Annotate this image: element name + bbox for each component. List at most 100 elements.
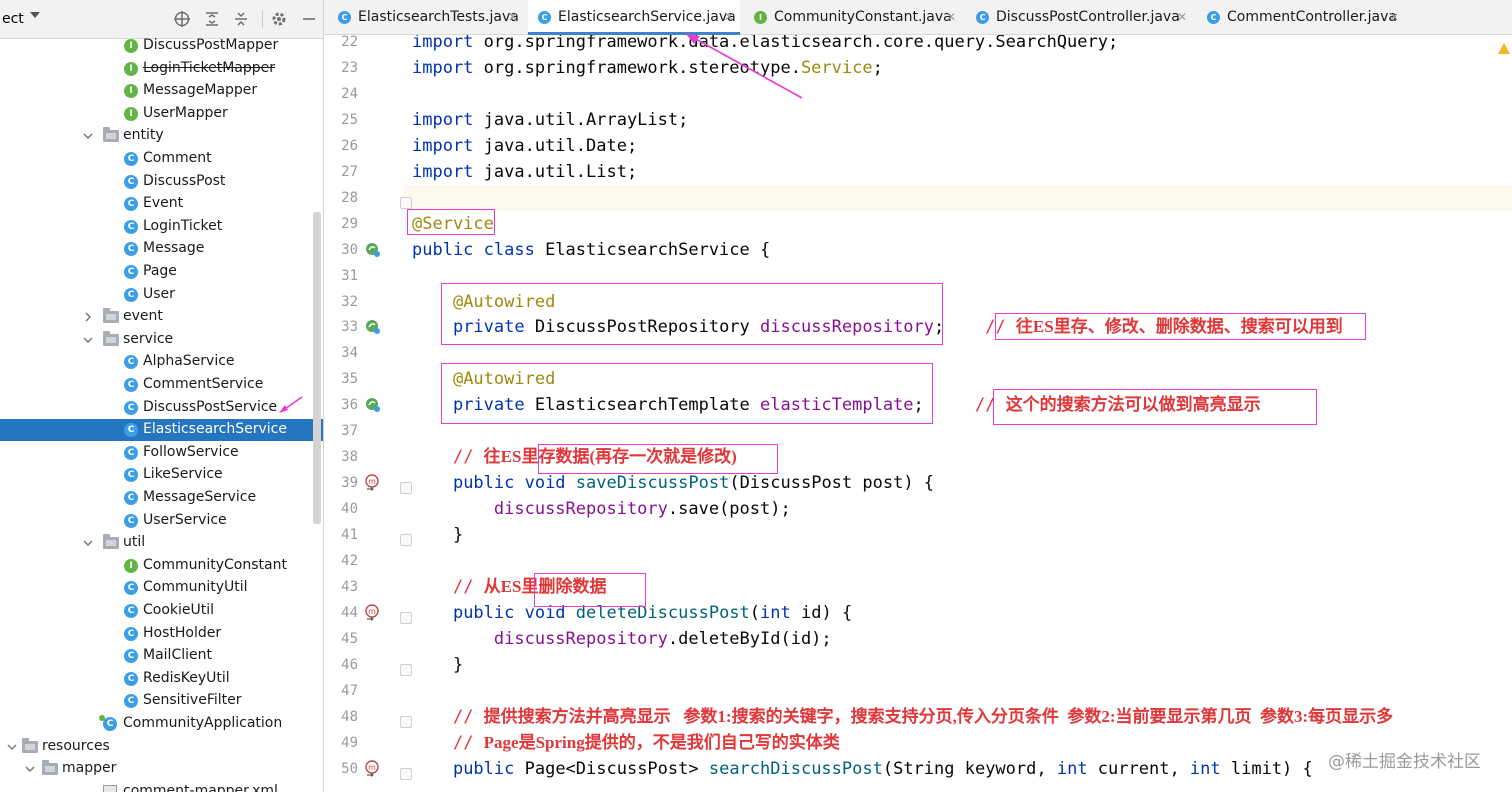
editor-tab[interactable]: C ElasticsearchTests.java ✕ (328, 0, 524, 34)
tree-item[interactable]: C DiscussPostService (0, 397, 323, 419)
code-line[interactable]: public Page<DiscussPost> searchDiscussPo… (412, 756, 1313, 782)
fold-marker-icon[interactable] (400, 196, 412, 209)
fold-marker-icon[interactable] (400, 482, 412, 495)
tree-item[interactable]: C CommunityApplication (0, 713, 323, 735)
code-line[interactable]: // Page是Spring提供的，不是我们自己写的实体类 (412, 730, 840, 756)
tree-item[interactable]: I CommunityConstant (0, 555, 323, 577)
tree-item[interactable]: C ElasticsearchService (0, 419, 323, 442)
code-editor[interactable]: 22 23 24 25 26 27 28 29 30 31 32 33 34 35 36 37 38 39 m 40 4… (324, 35, 1512, 792)
bean-gutter-icon[interactable] (364, 241, 382, 259)
fold-marker-icon[interactable] (400, 663, 412, 676)
hide-panel-icon[interactable] (300, 10, 318, 28)
code-line[interactable]: public void saveDiscussPost(DiscussPost … (412, 470, 934, 496)
bean-gutter-icon[interactable] (364, 318, 382, 336)
tree-item[interactable]: C MessageService (0, 487, 323, 509)
tree-item-label: MessageMapper (143, 82, 258, 99)
class-icon: C (124, 423, 138, 438)
method-gutter-icon[interactable]: m (364, 474, 382, 492)
close-icon[interactable]: ✕ (946, 10, 956, 24)
test-class-icon: C (338, 11, 351, 24)
editor-tab[interactable]: C DiscussPostController.java ✕ (966, 0, 1193, 34)
method-gutter-icon[interactable]: m (364, 759, 382, 778)
tree-item[interactable]: I MessageMapper (0, 80, 323, 102)
tree-item[interactable]: C LoginTicket (0, 216, 323, 238)
code-line[interactable]: // 提供搜索方法并高亮显示 参数1:搜索的关键字，搜索支持分页,传入分页条件 … (412, 704, 1393, 730)
locate-icon[interactable] (173, 10, 191, 28)
warning-icon[interactable] (1498, 43, 1510, 54)
close-icon[interactable]: ✕ (724, 10, 734, 24)
line-number: 26 (341, 137, 358, 154)
line-number: 23 (341, 59, 358, 76)
tree-item[interactable]: C AlphaService (0, 351, 323, 373)
tree-item[interactable]: C Page (0, 261, 323, 283)
tree-item[interactable]: service (0, 329, 323, 351)
chevron-down-icon[interactable] (82, 537, 94, 549)
tree-item[interactable]: C UserService (0, 510, 323, 532)
tree-item[interactable]: C DiscussPost (0, 171, 323, 193)
chevron-down-icon[interactable] (30, 12, 40, 18)
tree-item[interactable]: C CookieUtil (0, 600, 323, 622)
tree-item-label: ElasticsearchService (143, 421, 287, 438)
class-icon: C (976, 11, 989, 24)
line-number: 36 (341, 397, 358, 414)
code-line[interactable]: } (412, 652, 463, 678)
code-line[interactable]: import java.util.Date; (412, 133, 637, 159)
bean-gutter-icon[interactable] (364, 396, 382, 414)
tree-item[interactable]: I UserMapper (0, 103, 323, 125)
tree-item[interactable]: C Message (0, 238, 323, 260)
gear-icon[interactable] (270, 10, 288, 28)
tree-item[interactable]: I DiscussPostMapper (0, 35, 323, 57)
fold-marker-icon[interactable] (400, 767, 412, 780)
class-icon: C (124, 491, 138, 505)
interface-icon: I (124, 558, 138, 573)
code-token: public void (452, 473, 566, 494)
fold-marker-icon[interactable] (400, 534, 412, 547)
close-icon[interactable]: ✕ (508, 10, 518, 24)
fold-marker-icon[interactable] (400, 611, 412, 624)
close-icon[interactable]: ✕ (1389, 10, 1399, 24)
annotation-box-save-comment (538, 444, 778, 474)
code-line[interactable]: discussRepository.deleteById(id); (412, 626, 832, 652)
method-gutter-icon[interactable]: m (364, 604, 382, 622)
tree-item[interactable]: util (0, 532, 323, 554)
tree-item[interactable]: C RedisKeyUtil (0, 668, 323, 690)
tree-item[interactable]: resources (0, 736, 323, 758)
tree-item[interactable]: C SensitiveFilter (0, 690, 323, 712)
tree-item[interactable]: C User (0, 284, 323, 306)
project-scrollbar[interactable] (313, 212, 321, 524)
code-line[interactable]: import java.util.List; (412, 159, 637, 185)
code-line[interactable]: } (412, 522, 463, 548)
tree-item[interactable]: C HostHolder (0, 623, 323, 645)
tree-item[interactable]: entity (0, 125, 323, 147)
chevron-down-icon[interactable] (24, 763, 36, 775)
tree-item-label: CommunityUtil (143, 579, 248, 596)
chevron-down-icon[interactable] (6, 741, 18, 753)
tree-item[interactable]: C MailClient (0, 645, 323, 667)
tree-item[interactable]: C LikeService (0, 464, 323, 486)
close-icon[interactable]: ✕ (1177, 10, 1187, 24)
tree-item[interactable]: C Event (0, 193, 323, 215)
tree-item[interactable]: event (0, 306, 323, 328)
fold-marker-icon[interactable] (400, 715, 412, 728)
tree-item[interactable]: comment-mapper.xml (0, 781, 323, 792)
project-view-title[interactable]: ect (2, 11, 24, 27)
tree-item[interactable]: C Comment (0, 148, 323, 170)
chevron-right-icon[interactable] (82, 311, 94, 323)
tree-item[interactable]: C CommentService (0, 374, 323, 396)
tree-item[interactable]: C FollowService (0, 442, 323, 464)
editor-tab[interactable]: C CommentController.java ✕ (1197, 0, 1405, 34)
chevron-down-icon[interactable] (82, 130, 94, 142)
code-line[interactable]: import java.util.ArrayList; (412, 107, 688, 133)
code-line[interactable]: discussRepository.save(post); (412, 496, 791, 522)
class-icon: C (124, 513, 138, 528)
chevron-down-icon[interactable] (82, 334, 94, 346)
tree-item[interactable]: C CommunityUtil (0, 577, 323, 599)
tree-item[interactable]: mapper (0, 758, 323, 780)
tree-item[interactable]: I LoginTicketMapper (0, 58, 323, 80)
line-number: 48 (341, 708, 358, 725)
annotation-box-template (441, 363, 933, 424)
code-line[interactable]: public class ElasticsearchService { (412, 237, 770, 263)
collapse-all-icon[interactable] (232, 10, 250, 28)
line-number: 37 (341, 423, 358, 440)
expand-all-icon[interactable] (203, 10, 221, 28)
